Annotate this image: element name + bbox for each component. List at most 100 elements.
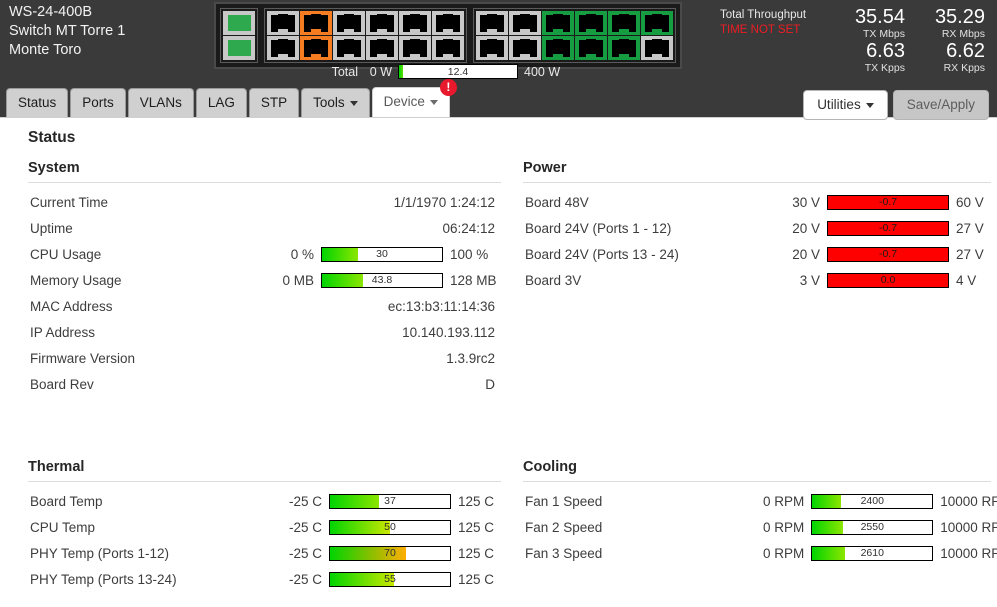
rj45-jack-icon: [513, 15, 537, 32]
rj45-jack-icon: [546, 15, 570, 32]
tx-mbps-value: 35.54: [840, 7, 905, 28]
gauge-bar: 70: [329, 546, 451, 561]
row-label: PHY Temp (Ports 13-24): [18, 572, 268, 587]
port-column: [333, 11, 365, 60]
tab-stp[interactable]: STP: [249, 88, 299, 117]
rj45-port[interactable]: [575, 11, 607, 35]
gauge-value: 2550: [812, 521, 932, 534]
tab-tools[interactable]: Tools: [301, 88, 370, 117]
row-label: Uptime: [18, 221, 268, 236]
status-row: Firmware Version1.3.9rc2: [18, 345, 503, 371]
tab-lag[interactable]: LAG: [196, 88, 247, 117]
tab-wrapper: Device!: [372, 87, 450, 117]
save-apply-button[interactable]: Save/Apply: [893, 90, 989, 120]
gauge-min: 0 RPM: [763, 494, 811, 509]
row-value: 10.140.193.112: [268, 325, 503, 340]
rj45-port[interactable]: [641, 11, 673, 35]
gauge-min: 0 MB: [282, 273, 321, 288]
tab-ports[interactable]: Ports: [70, 88, 126, 117]
gauge-bar: 43.8: [321, 273, 443, 288]
sfp-port-2[interactable]: [223, 36, 255, 60]
tx-kpps-value: 6.63: [840, 41, 905, 62]
rj45-port[interactable]: [399, 11, 431, 35]
sfp-port-1[interactable]: [223, 11, 255, 35]
rj45-port[interactable]: [333, 36, 365, 60]
total-power-value: 12.4: [399, 65, 517, 78]
tx-kpps-stat: 6.63 TX Kpps: [840, 41, 905, 74]
rj45-port[interactable]: [300, 11, 332, 35]
rj45-port[interactable]: [300, 36, 332, 60]
gauge-min: 3 V: [800, 273, 827, 288]
tab-wrapper: Ports: [70, 88, 126, 117]
tab-vlans[interactable]: VLANs: [128, 88, 194, 117]
tx-mbps-stat: 35.54 TX Mbps: [840, 7, 905, 40]
status-row: Current Time1/1/1970 1:24:12: [18, 189, 503, 215]
rj45-port[interactable]: [509, 11, 541, 35]
rj45-port[interactable]: [608, 36, 640, 60]
alert-badge-icon[interactable]: !: [440, 79, 457, 96]
rj45-port[interactable]: [432, 36, 464, 60]
gauge-bar: 2610: [811, 546, 933, 561]
gauge-min: 0 %: [291, 247, 321, 262]
gauge: 3 V0.04 V: [763, 273, 993, 288]
rj45-port[interactable]: [366, 11, 398, 35]
rj45-port[interactable]: [542, 11, 574, 35]
row-label: Board 3V: [513, 273, 763, 288]
device-header: WS-24-400B Switch MT Torre 1 Monte Toro …: [0, 0, 997, 86]
device-model: WS-24-400B: [9, 3, 125, 22]
rj45-port[interactable]: [476, 36, 508, 60]
status-row: MAC Addressec:13:b3:11:14:36: [18, 293, 503, 319]
cooling-rows: Fan 1 Speed0 RPM240010000 RPMFan 2 Speed…: [513, 488, 993, 566]
gauge-row: Board 24V (Ports 13 - 24)20 V-0.727 V: [513, 241, 993, 267]
rj45-port[interactable]: [399, 36, 431, 60]
row-label: Board Rev: [18, 377, 268, 392]
rj45-port[interactable]: [267, 36, 299, 60]
gauge: 0 MB43.8128 MB: [268, 273, 503, 288]
gauge-row: Memory Usage0 MB43.8128 MB: [18, 267, 503, 293]
status-row: Uptime06:24:12: [18, 215, 503, 241]
rj45-port[interactable]: [509, 36, 541, 60]
gauge: -25 C50125 C: [268, 520, 503, 535]
rj45-jack-icon: [304, 15, 328, 32]
row-value: 06:24:12: [268, 221, 503, 236]
rj45-jack-icon: [337, 40, 361, 57]
port-column: [542, 11, 574, 60]
gauge-value: 2400: [812, 495, 932, 508]
row-label: Board 24V (Ports 1 - 12): [513, 221, 763, 236]
gauge-row: Board 3V3 V0.04 V: [513, 267, 993, 293]
gauge-min: 30 V: [792, 195, 827, 210]
port-column: [641, 11, 673, 60]
row-label: Board 48V: [513, 195, 763, 210]
rj45-port[interactable]: [575, 36, 607, 60]
rj45-port[interactable]: [333, 11, 365, 35]
cooling-section: Cooling Fan 1 Speed0 RPM240010000 RPMFan…: [513, 397, 993, 592]
rj45-jack-icon: [304, 40, 328, 57]
port-column: [366, 11, 398, 60]
tab-status[interactable]: Status: [6, 88, 68, 117]
rj45-port[interactable]: [366, 36, 398, 60]
rj45-port[interactable]: [542, 36, 574, 60]
rj45-port[interactable]: [267, 11, 299, 35]
gauge-min: -25 C: [289, 546, 329, 561]
throughput-title: Total Throughput: [720, 9, 806, 21]
save-apply-label: Save/Apply: [907, 97, 975, 112]
gauge: -25 C37125 C: [268, 494, 503, 509]
gauge-value: 2610: [812, 547, 932, 560]
rj45-port[interactable]: [476, 11, 508, 35]
power-section-title: Power: [523, 160, 993, 176]
thermal-rows: Board Temp-25 C37125 CCPU Temp-25 C50125…: [18, 488, 503, 592]
row-label: Fan 1 Speed: [513, 494, 763, 509]
rj45-port[interactable]: [432, 11, 464, 35]
row-value: ec:13:b3:11:14:36: [268, 299, 503, 314]
gauge: 0 RPM261010000 RPM: [763, 546, 997, 561]
tab-label: VLANs: [140, 95, 182, 110]
rj45-jack-icon: [645, 40, 669, 57]
gauge-min: -25 C: [289, 494, 329, 509]
port-column: [509, 11, 541, 60]
device-label: Switch MT Torre 1: [9, 22, 125, 41]
throughput-panel: Total Throughput TIME NOT SET 35.54 TX M…: [690, 5, 990, 75]
rj45-port[interactable]: [608, 11, 640, 35]
utilities-button[interactable]: Utilities: [803, 90, 888, 120]
tab-device[interactable]: Device: [372, 87, 450, 117]
rj45-port[interactable]: [641, 36, 673, 60]
